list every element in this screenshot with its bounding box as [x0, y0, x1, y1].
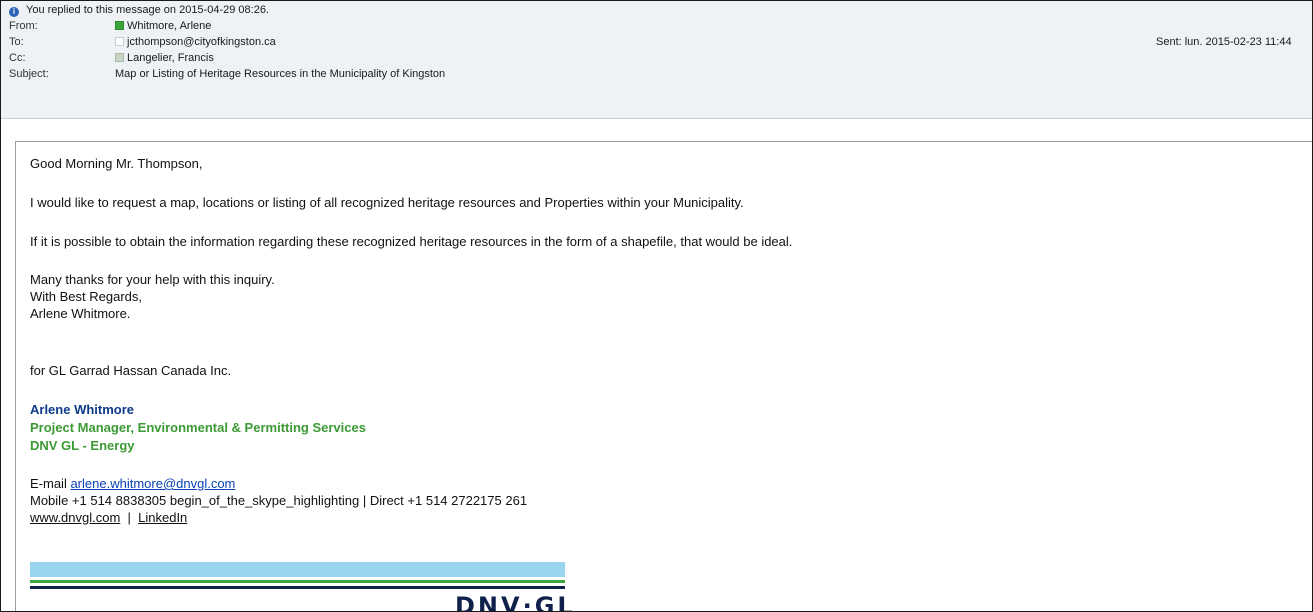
reply-info-text: You replied to this message on 2015-04-2…	[26, 4, 269, 16]
subject-value: Map or Listing of Heritage Resources in …	[115, 68, 446, 80]
to-value: jcthompson@cityofkingston.ca	[127, 36, 276, 48]
message-body: Good Morning Mr. Thompson, I would like …	[15, 141, 1312, 611]
phone-line: Mobile +1 514 8838305 begin_of_the_skype…	[30, 493, 528, 508]
dnvgl-logo: DNV·GL	[30, 562, 573, 611]
cc-value: Langelier, Francis	[127, 52, 214, 64]
signoff-line: Arlene Whitmore.	[30, 306, 131, 321]
signature-title: Project Manager, Environmental & Permitt…	[30, 420, 366, 435]
to-label: To:	[9, 36, 24, 48]
email-link[interactable]: arlene.whitmore@dnvgl.com	[70, 476, 235, 491]
from-value: Whitmore, Arlene	[127, 20, 212, 32]
cc-label: Cc:	[9, 52, 26, 64]
greeting: Good Morning Mr. Thompson,	[30, 156, 203, 171]
body-paragraph-1: I would like to request a map, locations…	[30, 195, 744, 210]
from-sender[interactable]: Whitmore, Arlene	[115, 18, 211, 34]
subject-label: Subject:	[9, 68, 49, 80]
logo-green-bar	[30, 580, 565, 583]
sent-date: Sent: lun. 2015-02-23 11:44	[1156, 36, 1292, 48]
email-reading-pane: i You replied to this message on 2015-04-…	[0, 0, 1313, 612]
logo-text: DNV·GL	[455, 592, 576, 612]
email-label: E-mail	[30, 476, 71, 491]
info-icon: i	[9, 7, 19, 17]
cc-recipient[interactable]: Langelier, Francis	[115, 50, 214, 66]
signature-division: DNV GL - Energy	[30, 438, 135, 453]
presence-empty-icon	[115, 37, 124, 46]
link-separator: |	[120, 510, 139, 525]
thanks-line: Many thanks for your help with this inqu…	[30, 272, 275, 287]
logo-light-blue-bar	[30, 562, 565, 577]
body-paragraph-2: If it is possible to obtain the informat…	[30, 234, 793, 249]
regards-line: With Best Regards,	[30, 289, 142, 304]
website-link[interactable]: www.dnvgl.com	[30, 510, 120, 525]
message-header: i You replied to this message on 2015-04-…	[1, 1, 1312, 119]
presence-gray-icon	[115, 53, 124, 62]
presence-green-icon	[115, 21, 124, 30]
company-line: for GL Garrad Hassan Canada Inc.	[30, 363, 232, 378]
to-recipient[interactable]: jcthompson@cityofkingston.ca	[115, 34, 276, 50]
logo-navy-bar	[30, 586, 565, 589]
linkedin-link[interactable]: LinkedIn	[138, 510, 187, 525]
links-line: www.dnvgl.com | LinkedIn	[30, 509, 187, 526]
from-label: From:	[9, 20, 38, 32]
signature-name: Arlene Whitmore	[30, 402, 135, 417]
email-line: E-mail arlene.whitmore@dnvgl.com	[30, 475, 235, 492]
